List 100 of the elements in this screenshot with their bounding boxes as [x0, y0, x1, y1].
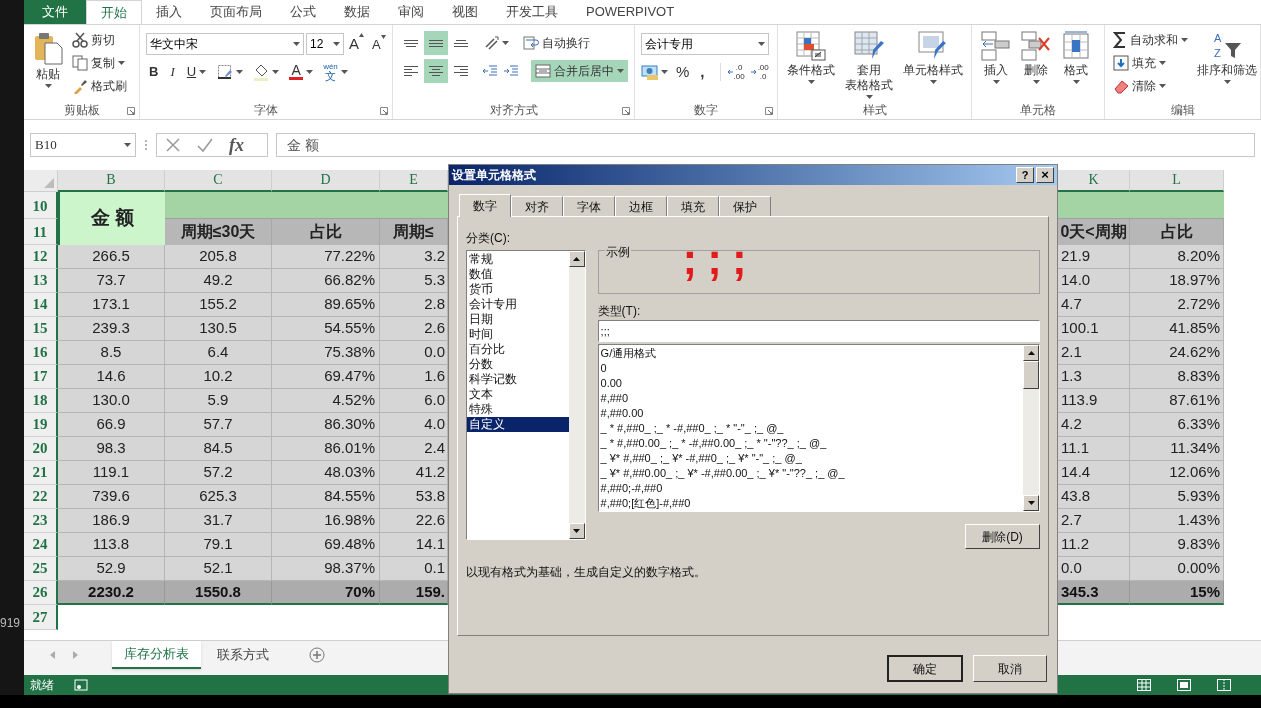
dialog-tab[interactable]: 边框: [615, 196, 667, 216]
decrease-decimal-button[interactable]: .00 .0: [750, 63, 769, 82]
format-as-table-button[interactable]: 套用 表格格式: [842, 29, 896, 99]
underline-button[interactable]: U: [183, 61, 210, 82]
dialog-tab[interactable]: 保护: [719, 196, 771, 216]
ribbon-tab[interactable]: 插入: [142, 0, 196, 24]
conditional-format-button[interactable]: 条件格式: [784, 29, 838, 84]
scroll-down-button[interactable]: [1023, 495, 1039, 511]
format-cells-button[interactable]: 格式: [1058, 29, 1094, 84]
list-item[interactable]: 分数: [467, 357, 569, 372]
column-header[interactable]: E: [380, 170, 448, 192]
help-button[interactable]: ?: [1016, 167, 1034, 183]
row-header[interactable]: 26: [24, 581, 58, 605]
ok-button[interactable]: 确定: [887, 655, 963, 682]
delete-button[interactable]: 删除(D): [965, 524, 1040, 549]
row-header[interactable]: 19: [24, 413, 58, 437]
normal-view-button[interactable]: [1137, 679, 1151, 691]
list-item[interactable]: 科学记数: [467, 372, 569, 387]
font-size-field[interactable]: 12: [306, 33, 344, 56]
row-header[interactable]: 22: [24, 485, 58, 509]
ribbon-tab[interactable]: 开始: [86, 0, 142, 24]
list-item[interactable]: #,##0;-#,##0: [598, 481, 1023, 496]
dialog-launcher-icon[interactable]: [127, 107, 135, 115]
row-header[interactable]: 16: [24, 341, 58, 365]
italic-button[interactable]: I: [167, 61, 178, 82]
fill-button[interactable]: 填充: [1111, 52, 1190, 74]
ribbon-tab[interactable]: 公式: [276, 0, 330, 24]
name-box[interactable]: B10: [30, 133, 136, 157]
horizontal-align-button[interactable]: [424, 59, 448, 83]
category-list[interactable]: 常规 数值 货币 会计专用 日期 时间 百分比 分数 科学记数 文本 特殊 自定义: [466, 250, 586, 540]
ribbon-tab[interactable]: 开发工具: [492, 0, 572, 24]
add-sheet-button[interactable]: [309, 647, 325, 663]
formula-input[interactable]: 金 额: [276, 133, 1255, 157]
insert-function-button[interactable]: fx: [229, 131, 244, 159]
column-header[interactable]: K: [1058, 170, 1130, 192]
list-item[interactable]: 特殊: [467, 402, 569, 417]
format-painter-button[interactable]: 格式刷: [70, 75, 129, 97]
number-format-field[interactable]: 会计专用: [641, 33, 769, 55]
sort-filter-button[interactable]: A Z 排序和筛选: [1194, 29, 1260, 84]
row-header[interactable]: 20: [24, 437, 58, 461]
type-input[interactable]: ;;;: [597, 320, 1040, 342]
phonetic-button[interactable]: wén 文: [321, 61, 350, 82]
row-header[interactable]: 27: [24, 605, 58, 630]
list-item[interactable]: _ ¥* #,##0_ ;_ ¥* -#,##0_ ;_ ¥* "-"_ ;_ @_: [598, 451, 1023, 466]
list-item[interactable]: 时间: [467, 327, 569, 342]
row-header[interactable]: 25: [24, 557, 58, 581]
row-header[interactable]: 10: [24, 192, 58, 219]
dialog-tab[interactable]: 填充: [667, 196, 719, 216]
list-item[interactable]: #,##0;[红色]-#,##0: [598, 496, 1023, 511]
list-item[interactable]: _ ¥* #,##0.00_ ;_ ¥* -#,##0.00_ ;_ ¥* "-"??_ ;_ @_: [598, 466, 1023, 481]
percent-button[interactable]: %: [674, 61, 692, 84]
dialog-tab[interactable]: 字体: [563, 196, 615, 216]
list-item[interactable]: 会计专用: [467, 297, 569, 312]
list-item[interactable]: 百分比: [467, 342, 569, 357]
paste-button[interactable]: 粘贴: [30, 29, 66, 88]
page-break-button[interactable]: [1217, 679, 1231, 691]
list-item[interactable]: _ * #,##0.00_ ;_ * -#,##0.00_ ;_ * "-"??_ ;_ @_: [598, 436, 1023, 451]
dialog-launcher-icon[interactable]: [765, 107, 773, 115]
insert-cells-button[interactable]: 插入: [978, 29, 1014, 84]
scroll-up-button[interactable]: [568, 251, 585, 267]
row-header[interactable]: 15: [24, 317, 58, 341]
row-header[interactable]: 17: [24, 365, 58, 389]
list-item[interactable]: 常规: [467, 252, 569, 267]
column-header[interactable]: L: [1130, 170, 1224, 192]
row-header[interactable]: 11: [24, 219, 58, 245]
page-layout-button[interactable]: [1177, 679, 1191, 691]
cell-styles-button[interactable]: 单元格样式: [900, 29, 966, 84]
ribbon-tab[interactable]: 视图: [438, 0, 492, 24]
merge-center-button[interactable]: 合并后居中: [531, 60, 628, 82]
dialog-tab[interactable]: 对齐: [511, 196, 563, 216]
shrink-font-button[interactable]: A: [369, 34, 389, 54]
ribbon-tab[interactable]: POWERPIVOT: [572, 0, 689, 24]
dialog-launcher-icon[interactable]: [380, 107, 388, 115]
cut-button[interactable]: 剪切: [70, 29, 129, 51]
column-header[interactable]: D: [272, 170, 380, 192]
row-header[interactable]: 21: [24, 461, 58, 485]
fill-color-button[interactable]: [251, 62, 282, 81]
row-header[interactable]: 12: [24, 245, 58, 269]
list-item[interactable]: 货币: [467, 282, 569, 297]
list-item[interactable]: _ * #,##0_ ;_ * -#,##0_ ;_ * "-"_ ;_ @_: [598, 421, 1023, 436]
list-item[interactable]: #,##0: [598, 391, 1023, 406]
list-item[interactable]: 自定义: [467, 417, 569, 432]
row-header[interactable]: 24: [24, 533, 58, 557]
format-list[interactable]: [597, 344, 1040, 512]
copy-button[interactable]: 复制: [70, 52, 129, 74]
scroll-up-button[interactable]: [1023, 345, 1039, 361]
enter-button[interactable]: [197, 137, 213, 153]
list-item[interactable]: 日期: [467, 312, 569, 327]
scroll-thumb[interactable]: [1023, 361, 1039, 389]
ribbon-tab[interactable]: 页面布局: [196, 0, 276, 24]
column-header[interactable]: B: [58, 170, 165, 192]
list-item[interactable]: 数值: [467, 267, 569, 282]
scroll-down-button[interactable]: [568, 523, 585, 539]
delete-cells-button[interactable]: 删除: [1018, 29, 1054, 84]
border-button[interactable]: [215, 63, 246, 80]
clear-button[interactable]: 清除: [1111, 75, 1190, 97]
list-item[interactable]: 文本: [467, 387, 569, 402]
grow-font-button[interactable]: A: [346, 33, 367, 56]
bold-button[interactable]: B: [146, 61, 162, 82]
row-header[interactable]: 14: [24, 293, 58, 317]
